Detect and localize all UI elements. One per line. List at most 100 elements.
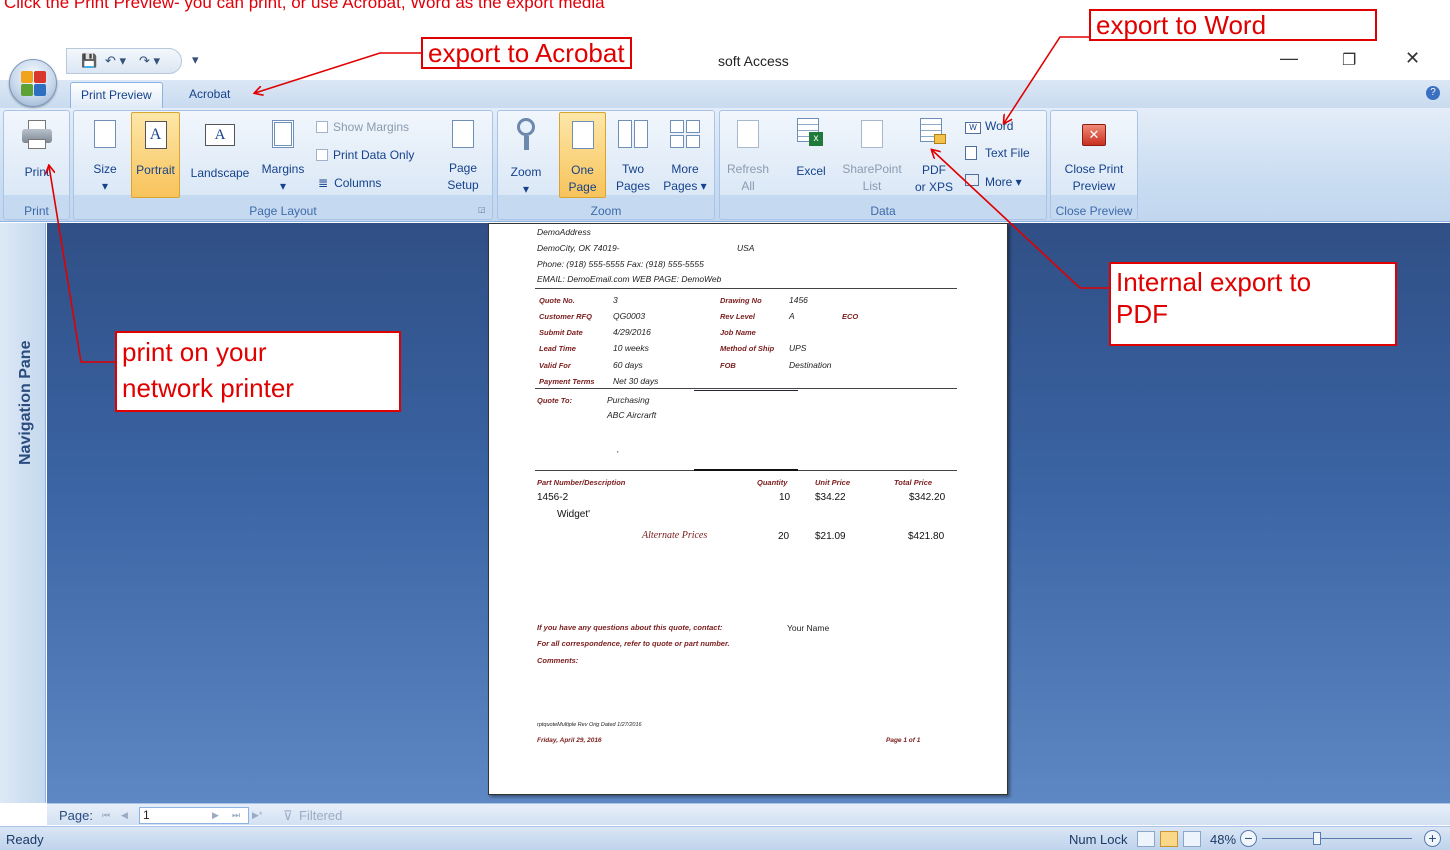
- tab-acrobat[interactable]: Acrobat: [179, 82, 240, 108]
- doc-city: DemoCity, OK 74019-: [537, 243, 620, 253]
- doc-quote-to-label: Quote To:: [537, 396, 573, 405]
- layout-view-icon[interactable]: [1183, 831, 1201, 847]
- doc-field-value: A: [789, 311, 795, 321]
- show-margins-label: Show Margins: [333, 120, 410, 134]
- callout-internal-pdf: Internal export to PDF: [1109, 262, 1397, 346]
- doc-field-label: Customer RFQ: [539, 312, 592, 321]
- redo-icon[interactable]: ↷ ▾: [139, 53, 160, 69]
- export-more-button[interactable]: More ▾: [965, 174, 1022, 189]
- export-pdf-xps-button[interactable]: PDF or XPS: [910, 114, 958, 200]
- doc-field-label: Rev Level: [720, 312, 756, 321]
- export-text-file-button[interactable]: Text File: [965, 146, 1030, 160]
- export-sharepoint-button[interactable]: SharePoint List: [836, 114, 908, 200]
- zoom-button[interactable]: Zoom ▾: [505, 114, 547, 200]
- doc-eco: ECO: [842, 312, 859, 321]
- dialog-launcher-icon[interactable]: ◲: [478, 205, 486, 214]
- more-pages-button[interactable]: More Pages ▾: [660, 114, 710, 200]
- report-page[interactable]: DemoAddress DemoCity, OK 74019- USA Phon…: [488, 223, 1008, 795]
- page-setup-label-1: Page: [448, 161, 478, 175]
- close-print-preview-button[interactable]: ✕ Close Print Preview: [1055, 114, 1133, 200]
- refresh-icon: [737, 120, 759, 148]
- page-label: Page:: [59, 808, 93, 823]
- first-page-button[interactable]: ⏮: [102, 810, 110, 821]
- doc-unit-price: $34.22: [815, 492, 846, 503]
- quick-access-toolbar: 💾 ↶ ▾ ↷ ▾: [66, 48, 182, 74]
- doc-qty: 20: [778, 531, 790, 542]
- office-logo-icon: [21, 71, 47, 97]
- doc-field-label: Valid For: [539, 361, 571, 370]
- doc-col-header: Part Number/Description: [537, 478, 626, 487]
- show-margins-checkbox[interactable]: Show Margins: [316, 120, 409, 134]
- print-preview-view-icon[interactable]: [1160, 831, 1178, 847]
- one-page-label-1: One: [571, 163, 594, 177]
- checkbox-icon: [316, 149, 328, 161]
- columns-button[interactable]: ≣ Columns: [318, 176, 381, 190]
- columns-icon: ≣: [318, 176, 329, 190]
- sharepoint-label-1: SharePoint: [842, 162, 902, 176]
- portrait-label: Portrait: [136, 163, 175, 177]
- navigation-pane[interactable]: [0, 223, 46, 803]
- save-icon[interactable]: 💾: [81, 53, 97, 69]
- word-icon: W: [965, 122, 981, 134]
- doc-contact: Your Name: [787, 623, 830, 633]
- doc-country: USA: [737, 243, 755, 253]
- zoom-in-icon[interactable]: +: [1424, 830, 1441, 847]
- doc-quote-to-1: Purchasing: [607, 395, 650, 405]
- more-label: More ▾: [985, 175, 1022, 189]
- landscape-label: Landscape: [190, 166, 250, 180]
- printer-icon: [22, 120, 52, 150]
- close-preview-label-1: Close Print: [1064, 162, 1124, 176]
- print-data-only-checkbox[interactable]: Print Data Only: [316, 148, 414, 162]
- doc-footer-page: Page 1 of 1: [886, 737, 921, 744]
- one-page-button[interactable]: One Page: [559, 112, 606, 198]
- new-record-button[interactable]: ▶*: [252, 810, 262, 821]
- size-button[interactable]: Size ▾: [83, 114, 127, 200]
- office-button[interactable]: [9, 59, 57, 107]
- margins-label: Margins: [261, 162, 305, 176]
- refresh-all-button[interactable]: Refresh All: [722, 114, 774, 200]
- zoom-dropdown-icon: ▾: [522, 182, 530, 196]
- close-preview-icon: ✕: [1082, 124, 1106, 146]
- doc-correspondence: For all correspondence, refer to quote o…: [537, 639, 730, 648]
- help-icon[interactable]: ?: [1426, 86, 1440, 100]
- doc-footer-code: rptquoteMultiple Rev Orig Dated 1/27/201…: [537, 722, 642, 728]
- export-word-button[interactable]: W Word: [965, 119, 1013, 134]
- previous-page-button[interactable]: ◀: [121, 810, 128, 821]
- word-label: Word: [985, 119, 1014, 133]
- doc-rule: [694, 390, 798, 391]
- more-export-icon: [965, 174, 979, 186]
- margins-button[interactable]: Margins ▾: [256, 114, 310, 200]
- report-view-icon[interactable]: [1137, 831, 1155, 847]
- zoom-slider-thumb[interactable]: [1313, 832, 1321, 845]
- portrait-button[interactable]: A Portrait: [131, 112, 180, 198]
- page-setup-button[interactable]: Page Setup: [440, 114, 486, 200]
- next-page-button[interactable]: ▶: [212, 810, 219, 821]
- customize-qat-icon[interactable]: ▾: [192, 52, 199, 68]
- refresh-label-1: Refresh: [726, 162, 770, 176]
- restore-button[interactable]: ❐: [1342, 50, 1356, 70]
- size-dropdown-icon: ▾: [101, 179, 109, 193]
- doc-col-header: Unit Price: [815, 478, 851, 487]
- doc-field-value: UPS: [789, 343, 807, 353]
- doc-footer-date: Friday, April 29, 2016: [537, 737, 602, 744]
- two-pages-button[interactable]: Two Pages: [610, 114, 656, 200]
- doc-field-label: Drawing No: [720, 296, 762, 305]
- last-page-button[interactable]: ⏭: [232, 810, 240, 821]
- checkbox-icon: [316, 121, 328, 133]
- page-setup-label-2: Setup: [447, 178, 479, 192]
- zoom-slider-track[interactable]: [1262, 838, 1412, 839]
- export-excel-button[interactable]: x Excel: [789, 114, 833, 200]
- doc-rule: [694, 469, 798, 471]
- text-file-label: Text File: [985, 146, 1030, 160]
- doc-address: DemoAddress: [537, 227, 591, 237]
- zoom-out-icon[interactable]: −: [1240, 830, 1257, 847]
- undo-icon[interactable]: ↶ ▾: [105, 53, 126, 69]
- print-button[interactable]: Print: [8, 114, 66, 200]
- sharepoint-icon: [861, 120, 883, 148]
- two-pages-label-2: Pages: [615, 179, 651, 193]
- filtered-label[interactable]: Filtered: [299, 808, 342, 823]
- close-window-button[interactable]: ✕: [1405, 48, 1420, 69]
- tab-print-preview[interactable]: Print Preview: [70, 82, 163, 108]
- landscape-button[interactable]: A Landscape: [184, 114, 256, 200]
- minimize-button[interactable]: —: [1280, 48, 1298, 69]
